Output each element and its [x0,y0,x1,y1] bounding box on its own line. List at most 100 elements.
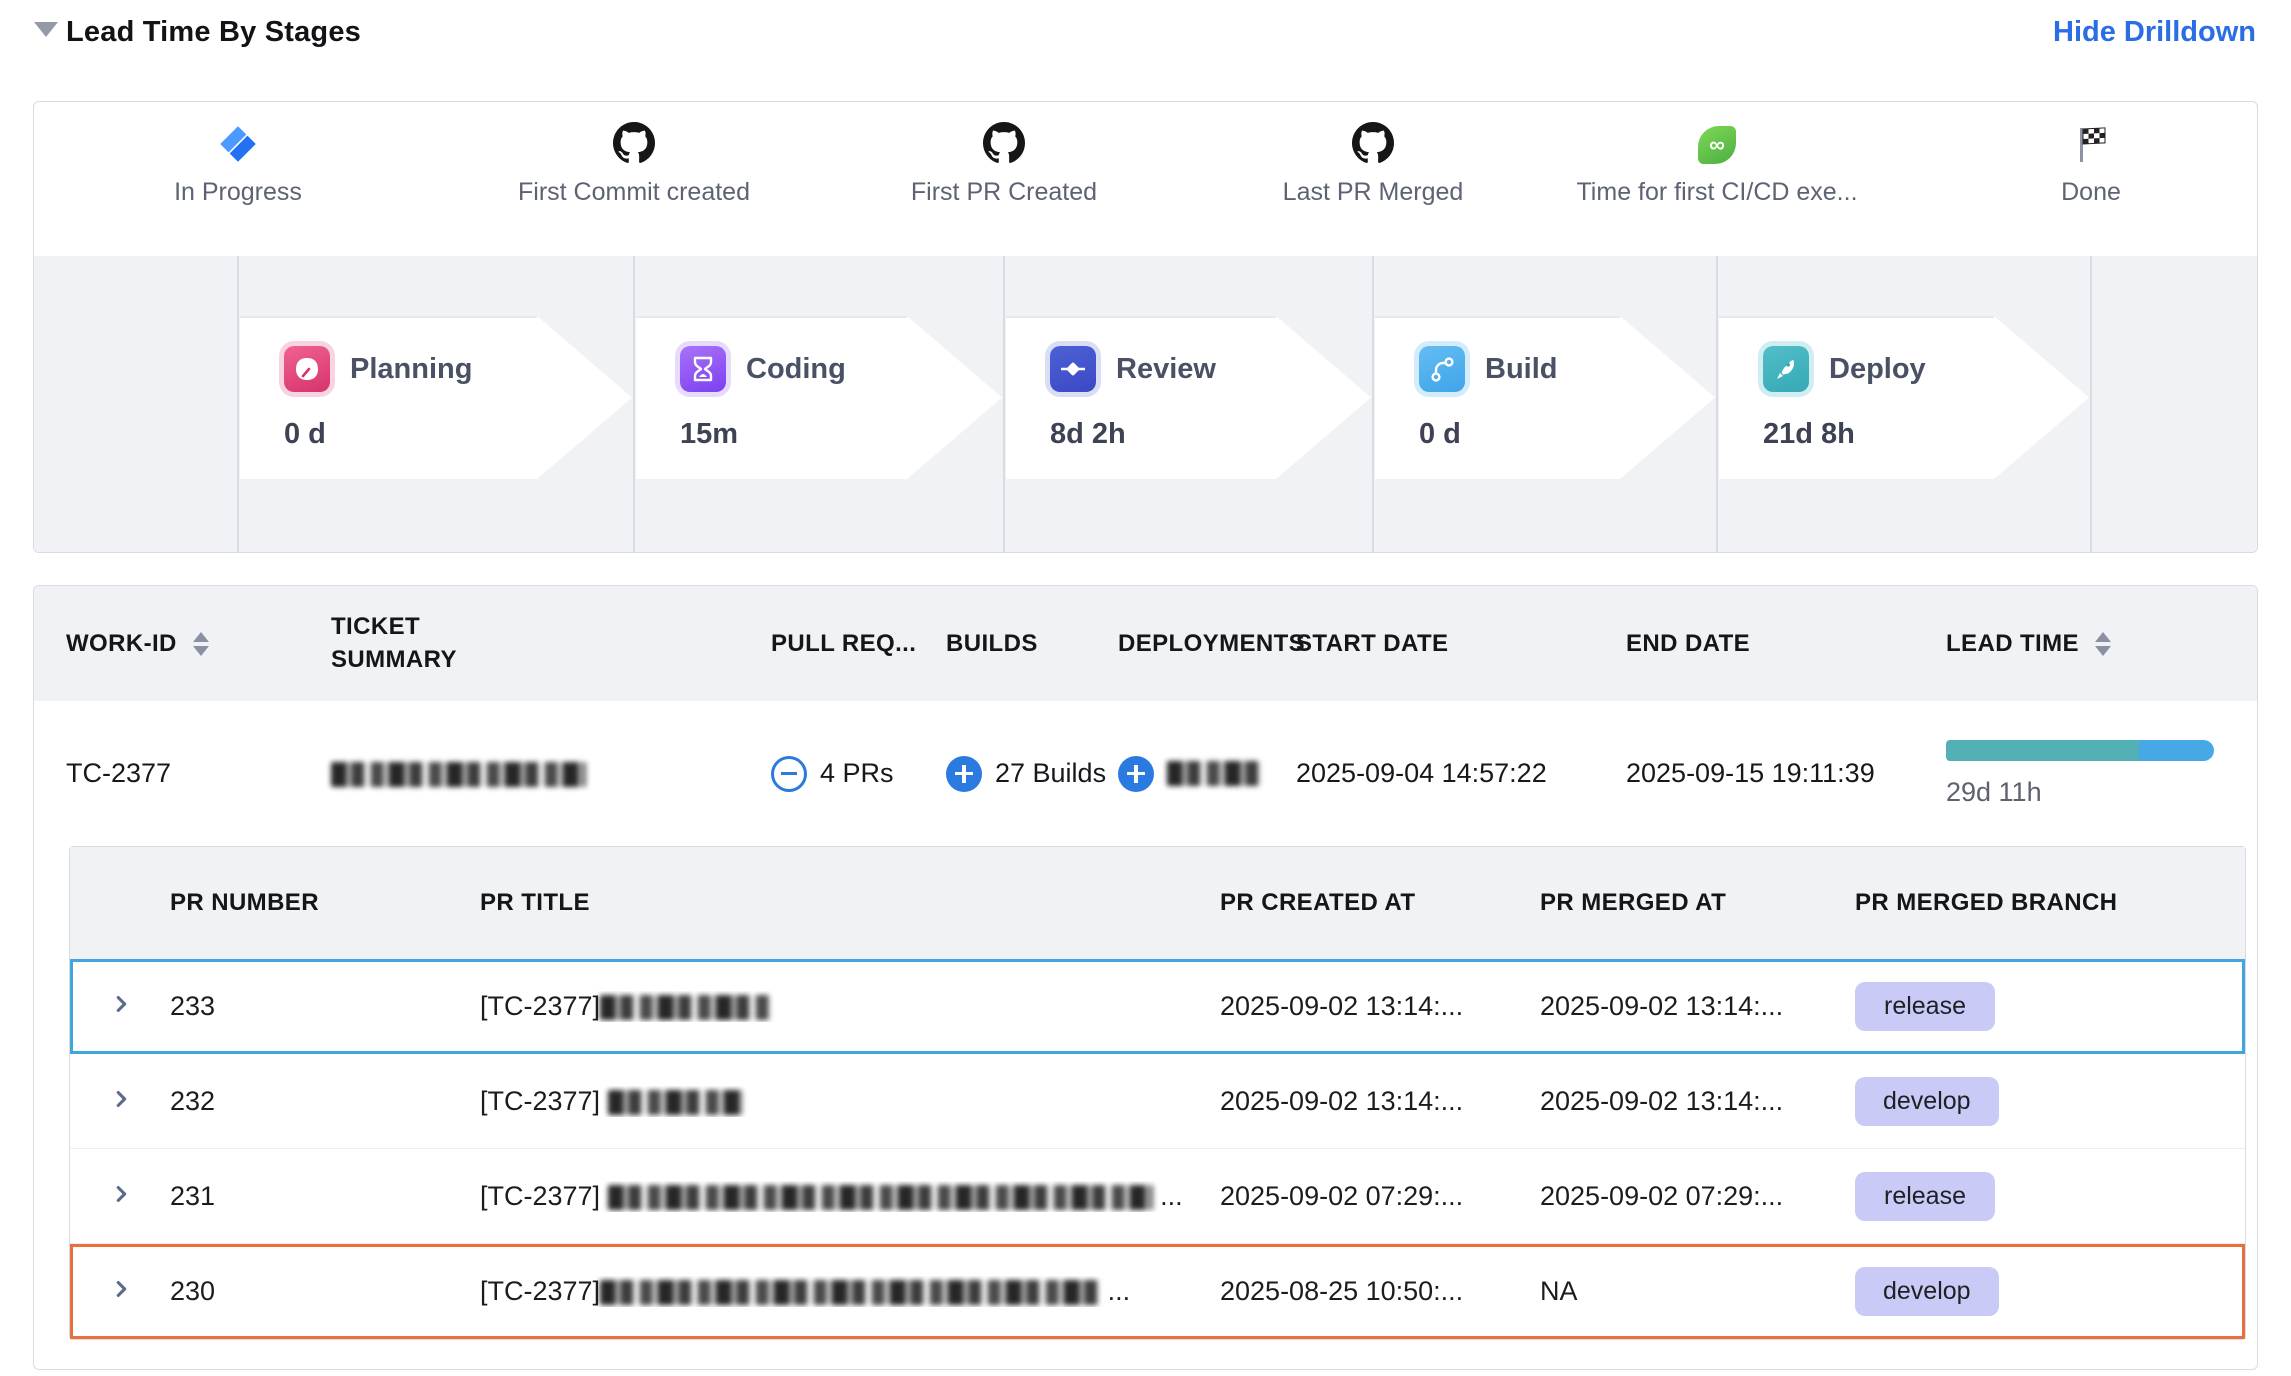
col-builds: BUILDS [946,630,1118,658]
end-date-value: 2025-09-15 19:11:39 [1626,758,1946,789]
lead-bar-blue-segment [2139,740,2214,761]
stage-separator [2090,256,2092,553]
planning-icon [284,346,330,392]
milestone-first-commit: First Commit created [474,102,794,207]
pr-branch-cell: develop [1855,1077,2205,1126]
pr-merged-at: 2025-09-02 07:29:... [1540,1181,1855,1212]
col-ticket-summary: TICKET SUMMARY [331,611,771,676]
pr-title: [TC-2377] ... [480,1276,1220,1307]
lead-time-cell: 29d 11h [1946,740,2225,808]
work-item-row[interactable]: TC-2377 4 PRs 27 Builds 2025-09-04 14:57… [34,701,2257,846]
deployments-redacted [1167,761,1262,786]
coding-hourglass-icon [680,346,726,392]
page-header: Lead Time By Stages Hide Drilldown [0,0,2291,70]
stage-card-review: Review 8d 2h [1006,316,1371,479]
col-end-date: END DATE [1626,630,1946,658]
branch-badge: release [1855,1172,1995,1221]
work-table-header: WORK-ID TICKET SUMMARY PULL REQ... BUILD… [34,586,2257,701]
stage-card-coding: Coding 15m [636,316,1002,479]
stage-card-deploy: Deploy 21d 8h [1719,316,2089,479]
expand-circle-icon[interactable] [946,756,982,792]
branch-badge: release [1855,982,1995,1031]
col-lead-time[interactable]: LEAD TIME [1946,630,2225,658]
expand-circle-icon[interactable] [1118,756,1154,792]
row-expand-chevron-icon[interactable] [110,1181,170,1212]
pr-created-at: 2025-09-02 13:14:... [1220,1086,1540,1117]
lead-time-bar [1946,740,2214,761]
pr-number: 233 [170,991,480,1022]
pr-title: [TC-2377] ... [480,1181,1220,1212]
work-id-value: TC-2377 [66,758,331,789]
hide-drilldown-link[interactable]: Hide Drilldown [2053,16,2256,49]
branch-badge: develop [1855,1077,1999,1126]
collapse-triangle-icon[interactable] [34,22,58,37]
stage-card-planning: Planning 0 d [240,316,632,479]
pr-row-230[interactable]: 230 [TC-2377] ... 2025-08-25 10:50:... N… [70,1244,2245,1339]
milestone-cicd: ∞ Time for first CI/CD exe... [1557,102,1877,207]
github-icon [844,102,1164,164]
milestone-first-pr: First PR Created [844,102,1164,207]
pr-branch-cell: develop [1855,1267,2205,1316]
stage-card-build: Build 0 d [1375,316,1715,479]
collapse-circle-icon[interactable] [771,756,807,792]
pr-branch-cell: release [1855,982,2205,1031]
pr-created-at: 2025-09-02 07:29:... [1220,1181,1540,1212]
stage-separator [237,256,239,553]
sort-icon[interactable] [193,632,209,656]
col-pr-created-at: PR CREATED AT [1220,889,1540,917]
col-pr-title: PR TITLE [480,889,1220,917]
pr-created-at: 2025-08-25 10:50:... [1220,1276,1540,1307]
lead-time-stages-panel: In Progress First Commit created First P… [33,101,2258,553]
deploy-rocket-icon [1763,346,1809,392]
stage-separator [1003,256,1005,553]
sort-icon[interactable] [2095,632,2111,656]
milestone-done: Done [1931,102,2251,207]
row-expand-chevron-icon[interactable] [110,1276,170,1307]
pr-title: [TC-2377] [480,991,1220,1022]
col-start-date: START DATE [1296,630,1626,658]
col-pr-number: PR NUMBER [170,889,480,917]
pr-row-233[interactable]: 233 [TC-2377] 2025-09-02 13:14:... 2025-… [70,959,2245,1054]
col-pr-merged-at: PR MERGED AT [1540,889,1855,917]
stage-duration: 8d 2h [1050,418,1371,451]
pull-requests-cell[interactable]: 4 PRs [771,756,946,792]
github-icon [1213,102,1533,164]
stage-duration: 0 d [1419,418,1715,451]
stage-separator [1716,256,1718,553]
stage-separator [1372,256,1374,553]
row-expand-chevron-icon[interactable] [110,991,170,1022]
deployments-cell[interactable] [1118,756,1296,792]
work-items-panel: WORK-ID TICKET SUMMARY PULL REQ... BUILD… [33,585,2258,1370]
pr-row-231[interactable]: 231 [TC-2377] ... 2025-09-02 07:29:... 2… [70,1149,2245,1244]
pr-number: 230 [170,1276,480,1307]
milestone-in-progress: In Progress [78,102,398,207]
review-commit-icon [1050,346,1096,392]
stage-band: Planning 0 d Coding 15m [34,256,2257,553]
cicd-icon: ∞ [1557,102,1877,164]
col-work-id[interactable]: WORK-ID [66,630,331,658]
page-title: Lead Time By Stages [66,16,361,49]
pr-number: 232 [170,1086,480,1117]
stage-separator [633,256,635,553]
pr-merged-at: NA [1540,1276,1855,1307]
col-deployments: DEPLOYMENTS [1118,630,1296,658]
pr-table: PR NUMBER PR TITLE PR CREATED AT PR MERG… [69,846,2246,1340]
pr-number: 231 [170,1181,480,1212]
ticket-summary-redacted [331,758,771,789]
checkered-flag-icon [1931,102,2251,164]
pr-row-232[interactable]: 232 [TC-2377] 2025-09-02 13:14:... 2025-… [70,1054,2245,1149]
jira-status-icon [78,102,398,164]
pr-merged-at: 2025-09-02 13:14:... [1540,991,1855,1022]
build-branch-icon [1419,346,1465,392]
lead-bar-teal-segment [1946,740,2139,761]
stage-duration: 21d 8h [1763,418,2089,451]
stage-duration: 15m [680,418,1002,451]
milestone-last-pr-merged: Last PR Merged [1213,102,1533,207]
row-expand-chevron-icon[interactable] [110,1086,170,1117]
lead-time-value: 29d 11h [1946,777,2225,808]
builds-cell[interactable]: 27 Builds [946,756,1118,792]
pr-merged-at: 2025-09-02 13:14:... [1540,1086,1855,1117]
col-pull-requests: PULL REQ... [771,630,946,658]
branch-badge: develop [1855,1267,1999,1316]
pr-table-header: PR NUMBER PR TITLE PR CREATED AT PR MERG… [70,847,2245,959]
